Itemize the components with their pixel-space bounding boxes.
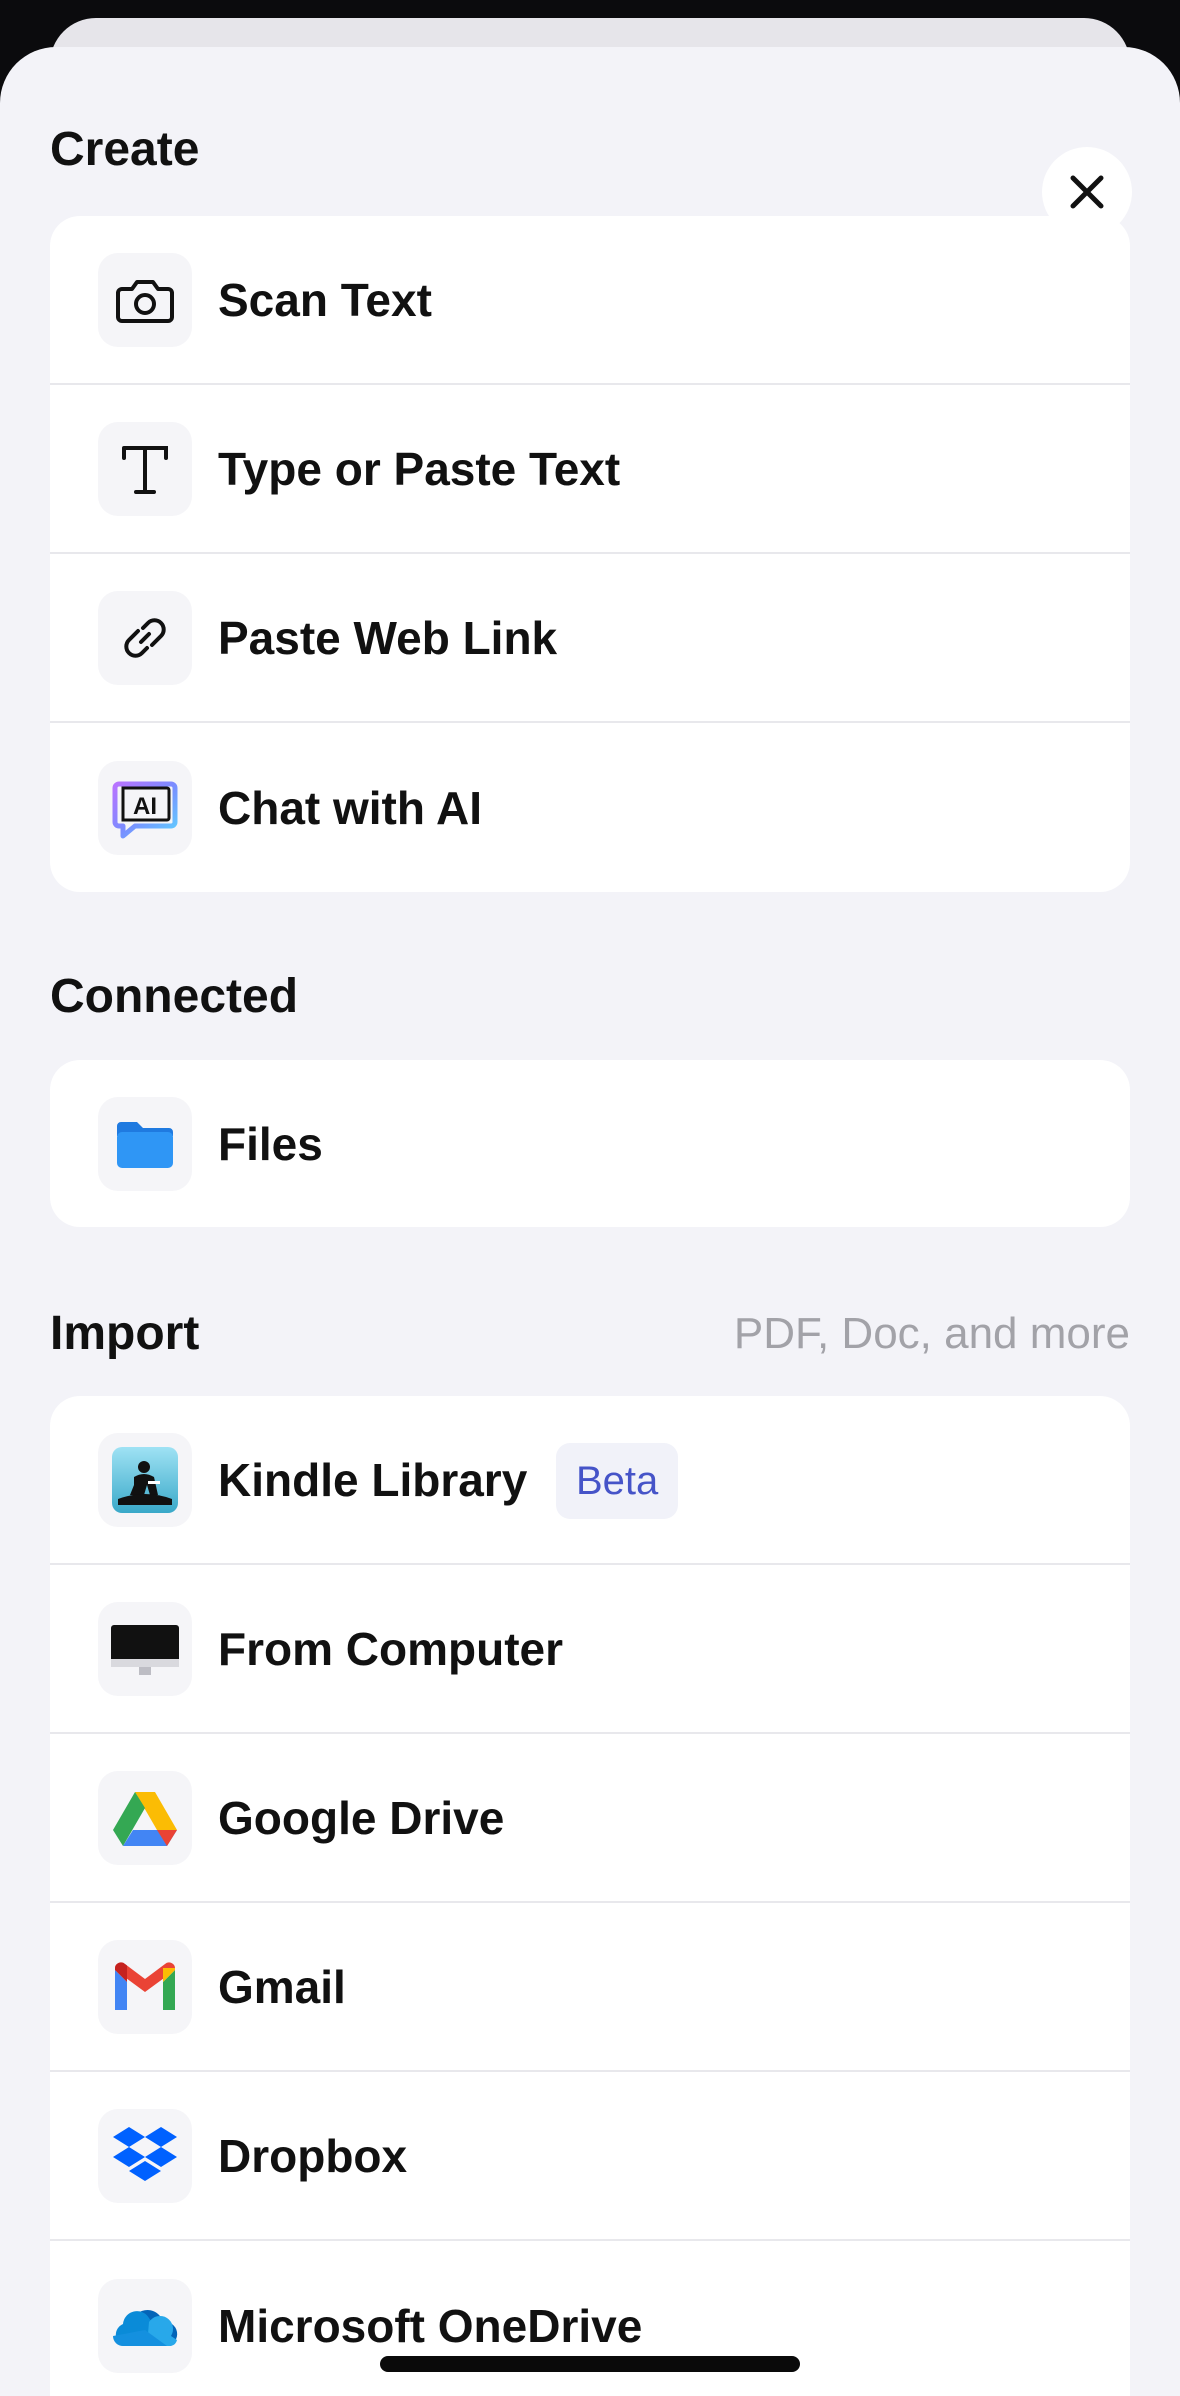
import-section-title: Import [50, 1307, 200, 1360]
from-computer-item[interactable]: From Computer [50, 1565, 1130, 1734]
dropbox-item[interactable]: Dropbox [50, 2072, 1130, 2241]
kindle-library-item[interactable]: Kindle Library Beta [50, 1396, 1130, 1565]
folder-icon [117, 1121, 173, 1168]
paste-web-link-item[interactable]: Paste Web Link [50, 554, 1130, 723]
create-section-title: Create [50, 123, 200, 176]
type-paste-icon-tile [98, 421, 192, 516]
onedrive-item[interactable]: Microsoft OneDrive [50, 2241, 1130, 2396]
dropbox-icon-tile [98, 2108, 192, 2203]
onedrive-icon-tile [98, 2278, 192, 2373]
text-t-icon [122, 445, 168, 494]
files-label: Files [218, 1117, 323, 1170]
kindle-icon-tile [98, 1432, 192, 1527]
connected-card: Files [50, 1060, 1130, 1227]
gmail-icon-tile [98, 1939, 192, 2034]
scan-text-icon-tile [98, 252, 192, 347]
dropbox-icon [113, 2126, 177, 2181]
paste-web-link-label: Paste Web Link [218, 611, 558, 664]
google-drive-label: Google Drive [218, 1791, 505, 1844]
onedrive-icon [113, 2309, 178, 2346]
dropbox-label: Dropbox [218, 2129, 408, 2182]
svg-text:AI: AI [133, 793, 157, 820]
from-computer-label: From Computer [218, 1622, 563, 1675]
scan-text-item[interactable]: Scan Text [50, 216, 1130, 385]
type-paste-text-item[interactable]: Type or Paste Text [50, 385, 1130, 554]
gmail-label: Gmail [218, 1960, 346, 2013]
files-icon-tile [98, 1096, 192, 1191]
computer-icon-tile [98, 1601, 192, 1696]
add-content-sheet: Create Scan Text Type or Paste Text Past… [0, 47, 1180, 2396]
camera-icon [116, 279, 174, 323]
connected-section-title: Connected [50, 970, 299, 1023]
computer-icon [111, 1624, 179, 1675]
link-icon [124, 617, 166, 658]
gmail-item[interactable]: Gmail [50, 1903, 1130, 2072]
paste-link-icon-tile [98, 590, 192, 685]
google-drive-item[interactable]: Google Drive [50, 1734, 1130, 1903]
home-indicator [380, 2356, 800, 2372]
files-item[interactable]: Files [50, 1060, 1130, 1227]
chat-with-ai-item[interactable]: AI Chat with AI [50, 723, 1130, 892]
kindle-icon [112, 1446, 178, 1513]
beta-badge: Beta [556, 1443, 679, 1519]
ai-chat-icon: AI [112, 781, 178, 838]
import-hint: PDF, Doc, and more [733, 1309, 1130, 1358]
gmail-icon [115, 1961, 175, 2010]
type-paste-text-label: Type or Paste Text [218, 442, 621, 495]
chat-with-ai-label: Chat with AI [218, 781, 483, 834]
kindle-library-label: Kindle Library [218, 1453, 528, 1506]
google-drive-icon [113, 1791, 177, 1846]
google-drive-icon-tile [98, 1770, 192, 1865]
create-card: Scan Text Type or Paste Text Paste Web L… [50, 216, 1130, 892]
import-card: Kindle Library Beta From Computer Google… [50, 1396, 1130, 2396]
chat-ai-icon-tile: AI [98, 760, 192, 855]
scan-text-label: Scan Text [218, 273, 432, 326]
close-icon [1070, 175, 1104, 209]
onedrive-label: Microsoft OneDrive [218, 2299, 643, 2352]
